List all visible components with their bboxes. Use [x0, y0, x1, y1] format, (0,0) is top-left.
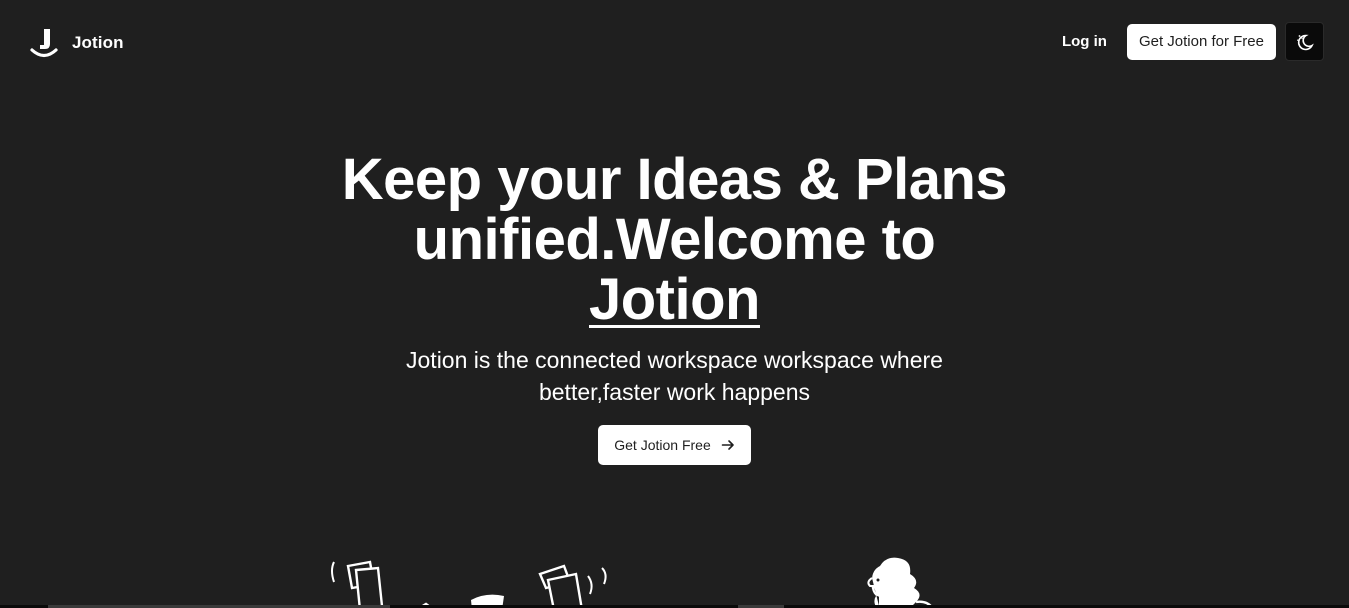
login-button[interactable]: Log in: [1050, 25, 1119, 58]
landing-page: Jotion Log in Get Jotion for Free Keep y…: [0, 0, 1349, 608]
documents-illustration-icon: [331, 560, 607, 608]
navbar: Jotion Log in Get Jotion for Free: [0, 0, 1349, 84]
hero-title-brand: Jotion: [589, 267, 760, 332]
brand[interactable]: Jotion: [30, 27, 124, 59]
arrow-right-icon: [721, 440, 734, 450]
moon-stars-icon: [1296, 34, 1314, 50]
hero-title-text: Keep your Ideas & Plans unified.Welcome …: [341, 147, 1008, 272]
hero-section: Keep your Ideas & Plans unified.Welcome …: [0, 150, 1349, 465]
hero-cta-label: Get Jotion Free: [614, 437, 711, 453]
jotion-logo-icon: [30, 29, 58, 58]
person-reading-illustration-icon: [867, 557, 935, 608]
get-jotion-free-nav-button[interactable]: Get Jotion for Free: [1126, 23, 1276, 60]
hero-title: Keep your Ideas & Plans unified.Welcome …: [295, 150, 1055, 330]
theme-toggle-button[interactable]: [1285, 22, 1324, 61]
nav-actions: Log in Get Jotion for Free: [1050, 22, 1324, 61]
brand-name: Jotion: [72, 33, 124, 52]
hero-subtitle: Jotion is the connected workspace worksp…: [406, 347, 943, 405]
get-jotion-free-hero-button[interactable]: Get Jotion Free: [598, 425, 751, 465]
hero-illustrations: [0, 550, 1349, 608]
